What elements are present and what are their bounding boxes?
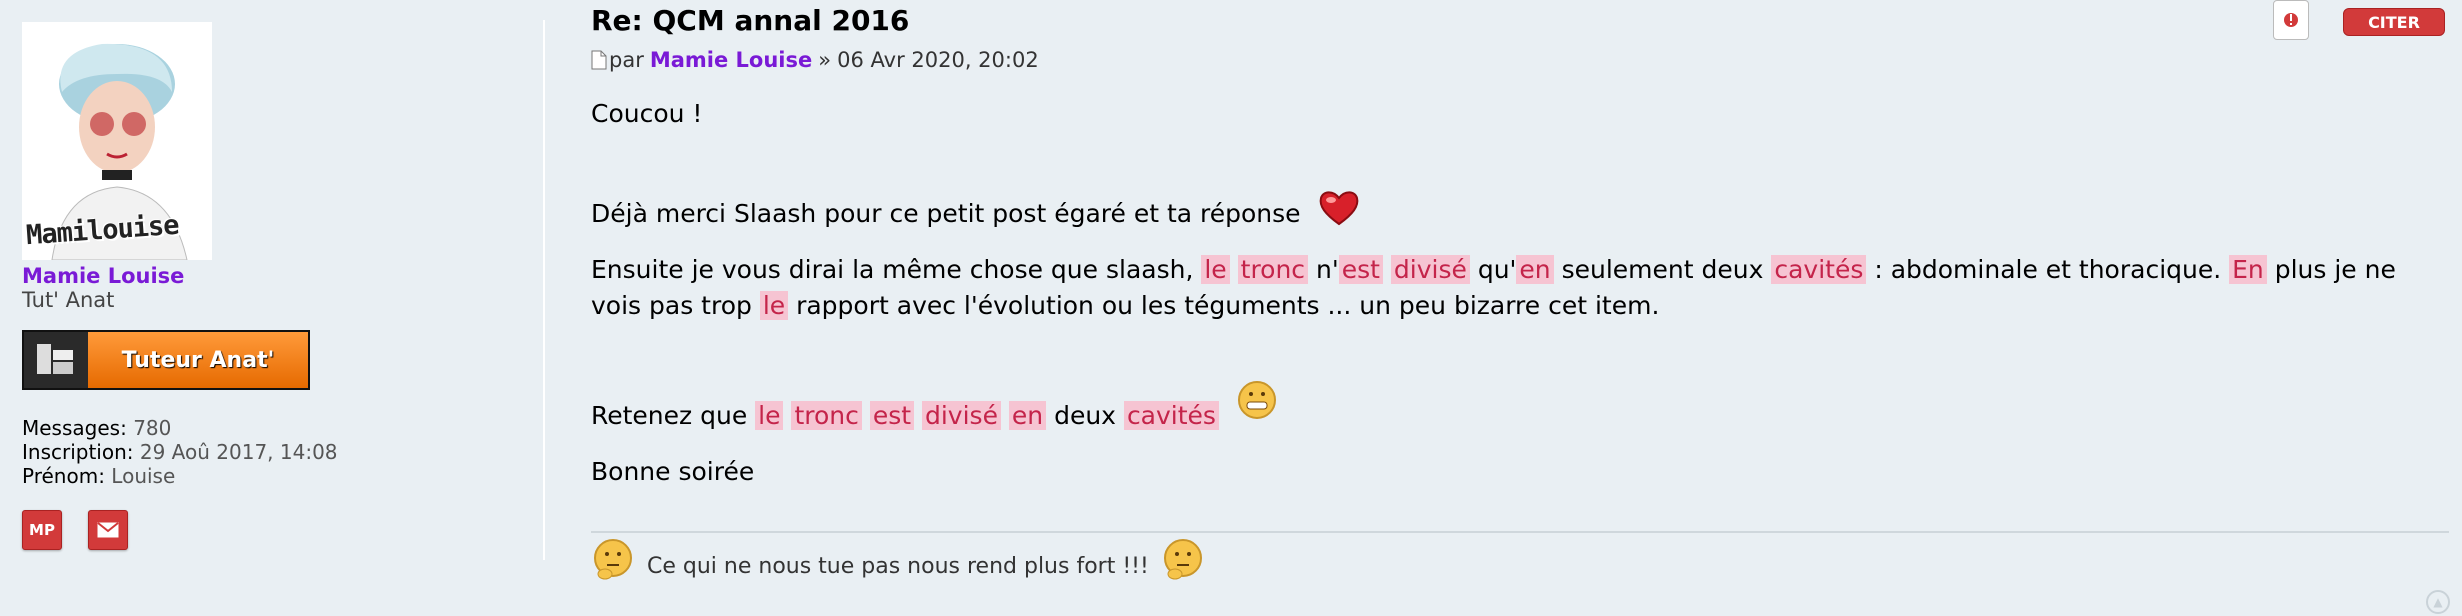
highlighted-keyword: cavités xyxy=(1771,255,1867,284)
back-to-top-icon[interactable]: ▲ xyxy=(2426,590,2450,614)
highlighted-keyword: En xyxy=(2229,255,2267,284)
body-text xyxy=(862,401,870,430)
author-stats: Messages: 780 Inscription: 29 Aoû 2017, … xyxy=(22,416,522,488)
heart-icon xyxy=(1319,191,1358,226)
body-paragraph: Bonne soirée xyxy=(591,457,755,486)
stat-value: 780 xyxy=(133,416,172,440)
body-text: n' xyxy=(1308,255,1339,284)
post-body: Coucou ! Déjà merci Slaash pour ce petit… xyxy=(591,96,2421,490)
body-text: seulement deux xyxy=(1553,255,1772,284)
column-divider xyxy=(543,20,545,560)
avatar[interactable]: Mamilouise xyxy=(22,22,212,260)
books-icon xyxy=(24,332,88,388)
stat-label: Messages: xyxy=(22,416,127,440)
post-author-link[interactable]: Mamie Louise xyxy=(650,48,812,72)
stat-value: Louise xyxy=(111,464,176,488)
body-text: Ensuite je vous dirai la même chose que … xyxy=(591,255,1202,284)
highlighted-keyword: est xyxy=(1338,255,1383,284)
post-document-icon xyxy=(591,50,607,70)
body-text: deux xyxy=(1046,401,1124,430)
highlighted-keyword: en xyxy=(1008,401,1047,430)
rank-badge-label: Tuteur Anat' xyxy=(121,347,275,373)
stat-prenom: Prénom: Louise xyxy=(22,464,522,488)
thinking-emoji-icon xyxy=(1163,539,1202,580)
body-text xyxy=(1383,255,1391,284)
post-date: 06 Avr 2020, 20:02 xyxy=(837,48,1039,72)
meta-by: par xyxy=(609,48,644,72)
stat-inscription: Inscription: 29 Aoû 2017, 14:08 xyxy=(22,440,522,464)
exclamation-icon xyxy=(2284,13,2298,27)
signature-text: Ce qui ne nous tue pas nous rend plus fo… xyxy=(647,553,1149,579)
body-text: Retenez que le tronc est divisé en deux … xyxy=(591,401,1219,430)
meta-separator: » xyxy=(818,48,832,72)
body-text: : abdominale et thoracique. xyxy=(1866,255,2230,284)
author-name-link[interactable]: Mamie Louise xyxy=(22,264,522,288)
body-paragraph: Ensuite je vous dirai la même chose que … xyxy=(591,252,2421,324)
stat-label: Inscription: xyxy=(22,440,134,464)
body-paragraph: Retenez que le tronc est divisé en deux … xyxy=(591,380,2421,434)
highlighted-keyword: cavités xyxy=(1123,401,1219,430)
body-text: qu' xyxy=(1469,255,1517,284)
body-text: Retenez que xyxy=(591,401,756,430)
report-button[interactable] xyxy=(2273,0,2309,40)
email-button[interactable] xyxy=(88,510,128,550)
highlighted-keyword: le xyxy=(759,291,789,320)
highlighted-keyword: en xyxy=(1516,255,1554,284)
stat-value: 29 Aoû 2017, 14:08 xyxy=(139,440,338,464)
body-paragraph: Déjà merci Slaash pour ce petit post éga… xyxy=(591,188,2421,232)
highlighted-keyword: est xyxy=(869,401,915,430)
body-paragraph: Coucou ! xyxy=(591,99,703,128)
rank-badge: Tuteur Anat' xyxy=(22,330,310,390)
highlighted-keyword: divisé xyxy=(921,401,1001,430)
stat-messages: Messages: 780 xyxy=(22,416,522,440)
quote-button[interactable]: CITER xyxy=(2343,8,2445,36)
body-text xyxy=(1230,255,1238,284)
signature: Ce qui ne nous tue pas nous rend plus fo… xyxy=(591,538,1205,582)
signature-divider xyxy=(591,531,2449,533)
stat-label: Prénom: xyxy=(22,464,105,488)
body-text xyxy=(1001,401,1009,430)
author-profile: Mamilouise Mamie Louise Tut' Anat Tuteur… xyxy=(22,22,522,550)
envelope-icon xyxy=(97,522,119,538)
post-title[interactable]: Re: QCM annal 2016 xyxy=(591,4,909,37)
private-message-button[interactable]: MP xyxy=(22,510,62,550)
contact-buttons: MP xyxy=(22,510,522,550)
highlighted-keyword: divisé xyxy=(1390,255,1470,284)
highlighted-keyword: le xyxy=(755,401,784,430)
body-text: rapport avec l'évolution ou les tégument… xyxy=(788,291,1660,320)
highlighted-keyword: tronc xyxy=(1237,255,1309,284)
grinning-emoji-icon xyxy=(1237,381,1276,419)
thinking-emoji-icon xyxy=(594,539,632,580)
highlighted-keyword: le xyxy=(1201,255,1230,284)
body-text xyxy=(914,401,922,430)
post-meta: par Mamie Louise » 06 Avr 2020, 20:02 xyxy=(591,48,1039,72)
highlighted-keyword: tronc xyxy=(791,401,862,430)
author-rank: Tut' Anat xyxy=(22,288,115,312)
body-text: Déjà merci Slaash pour ce petit post éga… xyxy=(591,199,1301,228)
